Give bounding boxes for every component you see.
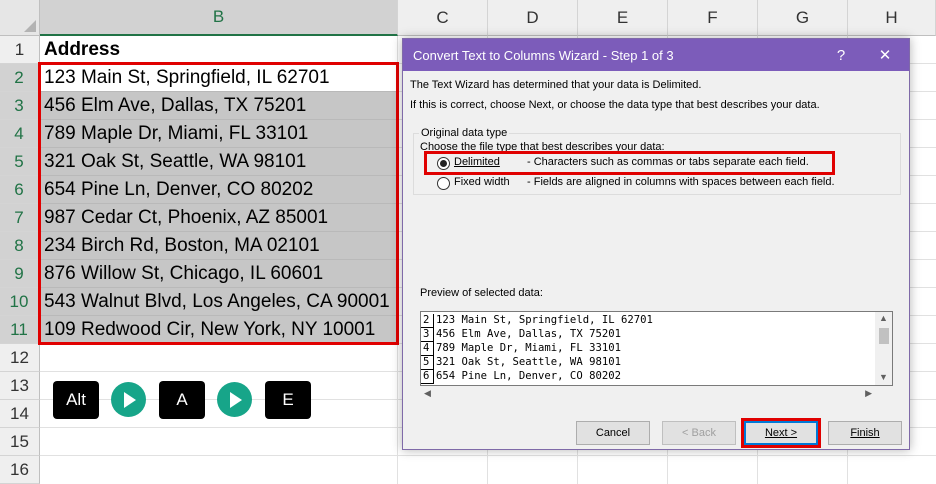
radio-delimited[interactable] — [437, 157, 450, 170]
preview-vertical-scrollbar[interactable]: ▲ ▼ — [875, 312, 892, 385]
preview-horizontal-scrollbar[interactable]: ◀ ▶ — [420, 386, 876, 402]
scroll-left-icon[interactable]: ◀ — [424, 388, 431, 399]
next-step-icon — [111, 382, 146, 417]
column-header-h[interactable]: H — [848, 0, 936, 36]
column-header-f[interactable]: F — [668, 0, 758, 36]
text-to-columns-dialog: Convert Text to Columns Wizard - Step 1 … — [402, 38, 910, 450]
preview-line: 3 456 Elm Ave, Dallas, TX 75201 — [421, 328, 621, 342]
cell-b11[interactable]: 109 Redwood Cir, New York, NY 10001 — [40, 316, 397, 344]
row-header-7[interactable]: 7 — [0, 204, 40, 232]
choose-label: Choose the file type that best describes… — [420, 141, 665, 153]
preview-line: 2 123 Main St, Springfield, IL 62701 — [421, 314, 653, 328]
row-header-16[interactable]: 16 — [0, 456, 40, 484]
row-header-14[interactable]: 14 — [0, 400, 40, 428]
cell-b2[interactable]: 123 Main St, Springfield, IL 62701 — [40, 64, 397, 92]
next-button[interactable]: Next > — [744, 421, 818, 445]
row-header-6[interactable]: 6 — [0, 176, 40, 204]
gridline — [397, 36, 398, 484]
row-header-15[interactable]: 15 — [0, 428, 40, 456]
cell-b4[interactable]: 789 Maple Dr, Miami, FL 33101 — [40, 120, 397, 148]
select-all-triangle-icon — [24, 20, 36, 32]
scroll-thumb[interactable] — [879, 328, 889, 344]
preview-line: 6 654 Pine Ln, Denver, CO 80202 — [421, 370, 621, 384]
data-preview[interactable]: 2 123 Main St, Springfield, IL 62701 3 456… — [420, 311, 893, 386]
cell-b7[interactable]: 987 Cedar Ct, Phoenix, AZ 85001 — [40, 204, 397, 232]
column-header-c[interactable]: C — [398, 0, 488, 36]
fixed-width-description: - Fields are aligned in columns with spa… — [527, 176, 835, 188]
cell-b10[interactable]: 543 Walnut Blvd, Los Angeles, CA 90001 — [40, 288, 397, 316]
column-header-e[interactable]: E — [578, 0, 668, 36]
scroll-up-icon[interactable]: ▲ — [879, 313, 888, 323]
scroll-right-icon[interactable]: ▶ — [865, 388, 872, 399]
cancel-button[interactable]: Cancel — [576, 421, 650, 445]
cell-b5[interactable]: 321 Oak St, Seattle, WA 98101 — [40, 148, 397, 176]
radio-fixed-width-label[interactable]: Fixed width — [454, 176, 510, 188]
preview-line: 5 321 Oak St, Seattle, WA 98101 — [421, 356, 621, 370]
key-e: E — [265, 381, 311, 419]
cell-b3[interactable]: 456 Elm Ave, Dallas, TX 75201 — [40, 92, 397, 120]
row-header-1[interactable]: 1 — [0, 36, 40, 64]
row-header-3[interactable]: 3 — [0, 92, 40, 120]
key-a: A — [159, 381, 205, 419]
cell-b1-header[interactable]: Address — [40, 36, 397, 64]
help-button[interactable]: ? — [821, 39, 861, 71]
gridline — [40, 455, 936, 456]
cell-b6[interactable]: 654 Pine Ln, Denver, CO 80202 — [40, 176, 397, 204]
intro-text-2: If this is correct, choose Next, or choo… — [410, 99, 820, 111]
row-header-9[interactable]: 9 — [0, 260, 40, 288]
row-header-4[interactable]: 4 — [0, 120, 40, 148]
row-header-2[interactable]: 2 — [0, 64, 40, 92]
row-header-12[interactable]: 12 — [0, 344, 40, 372]
close-button[interactable]: ✕ — [865, 39, 905, 71]
dialog-title: Convert Text to Columns Wizard - Step 1 … — [413, 47, 674, 63]
column-header-b[interactable]: B — [40, 0, 398, 36]
row-header-13[interactable]: 13 — [0, 372, 40, 400]
row-header-5[interactable]: 5 — [0, 148, 40, 176]
intro-text-1: The Text Wizard has determined that your… — [410, 79, 702, 91]
preview-label: Preview of selected data: — [420, 287, 543, 299]
delimited-description: - Characters such as commas or tabs sepa… — [527, 156, 809, 168]
key-alt: Alt — [53, 381, 99, 419]
cell-b8[interactable]: 234 Birch Rd, Boston, MA 02101 — [40, 232, 397, 260]
row-header-10[interactable]: 10 — [0, 288, 40, 316]
finish-button[interactable]: Finish — [828, 421, 902, 445]
row-header-8[interactable]: 8 — [0, 232, 40, 260]
preview-line: 4 789 Maple Dr, Miami, FL 33101 — [421, 342, 621, 356]
next-step-icon — [217, 382, 252, 417]
column-header-d[interactable]: D — [488, 0, 578, 36]
select-all-corner[interactable] — [0, 0, 40, 36]
group-label: Original data type — [419, 127, 510, 139]
cell-b9[interactable]: 876 Willow St, Chicago, IL 60601 — [40, 260, 397, 288]
radio-delimited-label[interactable]: Delimited — [454, 156, 500, 168]
scroll-down-icon[interactable]: ▼ — [879, 372, 888, 382]
column-header-g[interactable]: G — [758, 0, 848, 36]
row-header-11[interactable]: 11 — [0, 316, 40, 344]
radio-fixed-width[interactable] — [437, 177, 450, 190]
back-button[interactable]: < Back — [662, 421, 736, 445]
